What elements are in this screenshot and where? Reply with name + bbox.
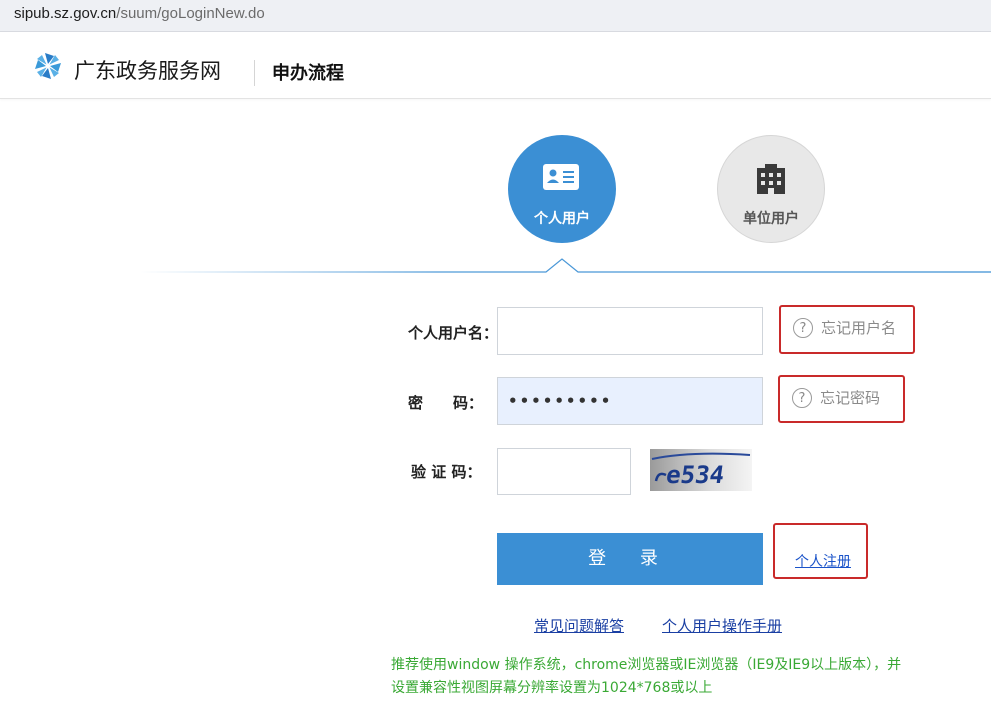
tab-indicator-line — [140, 258, 991, 273]
captcha-text: e534 — [664, 461, 726, 489]
tab-unit-label: 单位用户 — [743, 211, 799, 227]
id-card-icon — [543, 164, 579, 190]
site-brand[interactable]: 广东政务服务网 — [74, 58, 221, 84]
register-link[interactable]: 个人注册 — [795, 551, 851, 571]
forgot-username-text: 忘记用户名 — [821, 319, 897, 337]
question-circle-icon: ? — [792, 387, 812, 408]
forgot-username-box[interactable]: ? 忘记用户名 — [779, 305, 915, 354]
username-input[interactable] — [497, 307, 763, 355]
url-path: /suum/goLoginNew.do — [116, 5, 265, 22]
building-icon — [757, 164, 785, 194]
site-header: 广东政务服务网 申办流程 — [0, 32, 991, 99]
forgot-password-text: 忘记密码 — [820, 389, 881, 407]
pinwheel-logo-icon[interactable] — [34, 52, 62, 80]
captcha-input[interactable] — [497, 448, 631, 495]
username-label: 个人用户名： — [408, 324, 499, 342]
tab-personal-user[interactable]: 个人用户 — [508, 135, 616, 243]
login-button[interactable]: 登 录 — [497, 533, 763, 585]
note-line-1: 推荐使用window 操作系统，chrome浏览器或IE浏览器（IE9及IE9以… — [391, 657, 902, 673]
faq-link[interactable]: 常见问题解答 — [534, 615, 624, 636]
captcha-image[interactable]: e534 — [650, 449, 752, 491]
tab-personal-label: 个人用户 — [534, 211, 590, 227]
forgot-password-box[interactable]: ? 忘记密码 — [778, 375, 905, 423]
captcha-label: 验 证 码： — [411, 463, 482, 481]
tab-unit-user[interactable]: 单位用户 — [717, 135, 825, 243]
page-title: 申办流程 — [272, 63, 344, 84]
url-text[interactable]: sipub.sz.gov.cn/suum/goLoginNew.do — [14, 5, 265, 22]
url-host: sipub.sz.gov.cn — [14, 5, 117, 22]
browser-address-bar[interactable]: sipub.sz.gov.cn/suum/goLoginNew.do — [0, 0, 991, 32]
user-manual-link[interactable]: 个人用户操作手册 — [662, 615, 782, 636]
password-label: 密 码： — [408, 394, 484, 412]
register-box[interactable]: 个人注册 — [773, 523, 868, 579]
note-line-2: 设置兼容性视图屏幕分辨率设置为1024*768或以上 — [391, 680, 713, 696]
password-input[interactable] — [497, 377, 763, 425]
forgot-username-link[interactable]: ? 忘记用户名 — [793, 317, 896, 338]
header-divider — [254, 60, 255, 86]
question-circle-icon: ? — [793, 317, 813, 338]
browser-recommendation-note: 推荐使用window 操作系统，chrome浏览器或IE浏览器（IE9及IE9以… — [391, 654, 951, 700]
forgot-password-link[interactable]: ? 忘记密码 — [792, 387, 880, 408]
